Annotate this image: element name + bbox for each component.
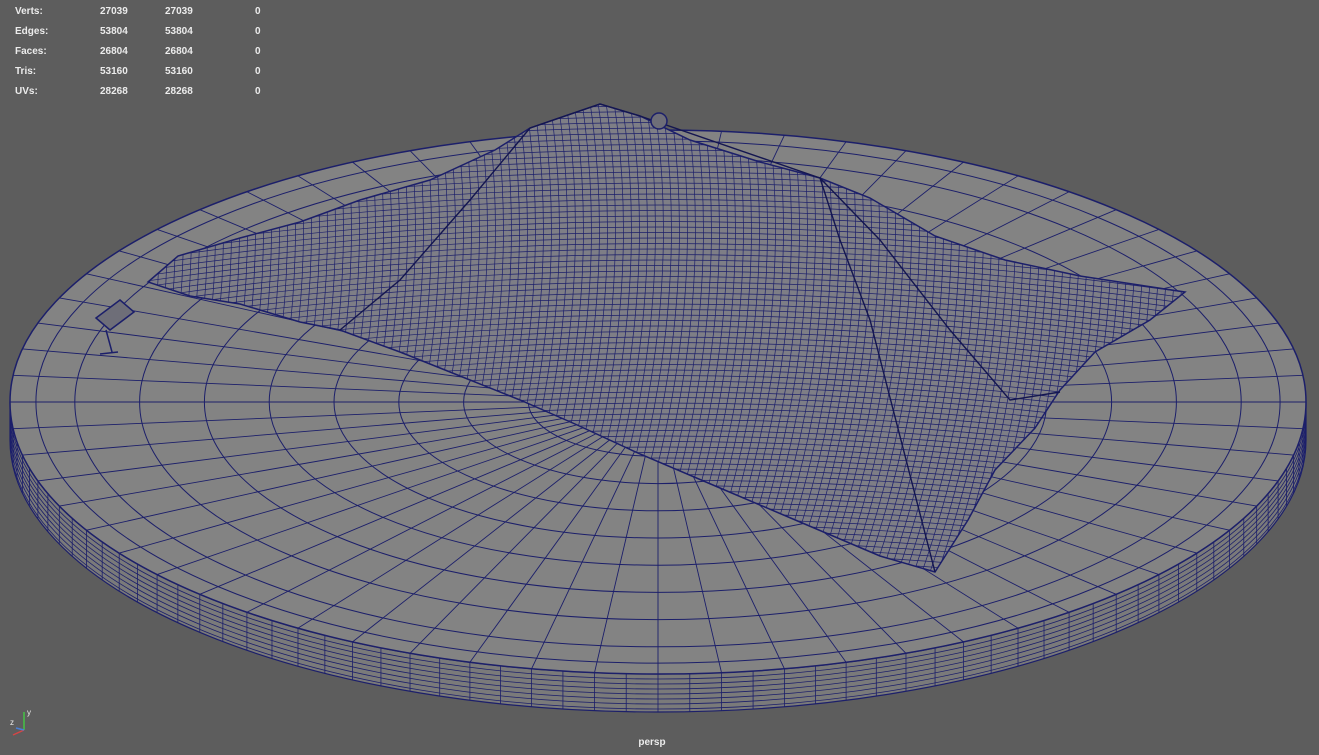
hud-row: Verts: 27039 27039 0 bbox=[15, 2, 275, 22]
hud-value-c2: 27039 bbox=[165, 6, 193, 17]
hud-value-c2: 53804 bbox=[165, 26, 193, 37]
axis-z-line bbox=[15, 727, 25, 731]
hud-row: Edges: 53804 53804 0 bbox=[15, 22, 275, 42]
hud-value-c3: 0 bbox=[255, 46, 261, 57]
axis-z-label: z bbox=[10, 718, 14, 727]
hud-label: Verts: bbox=[15, 6, 43, 17]
hud-label: Faces: bbox=[15, 46, 47, 57]
hud-value-c1: 28268 bbox=[100, 86, 128, 97]
axis-y-label: y bbox=[27, 708, 31, 717]
poly-count-hud: Verts: 27039 27039 0 Edges: 53804 53804 0 Faces:… bbox=[15, 2, 275, 102]
hud-value-c2: 26804 bbox=[165, 46, 193, 57]
light-sphere-object[interactable] bbox=[650, 112, 668, 130]
hud-value-c3: 0 bbox=[255, 6, 261, 17]
hud-value-c2: 28268 bbox=[165, 86, 193, 97]
hud-row: UVs: 28268 28268 0 bbox=[15, 82, 275, 102]
hud-value-c1: 53804 bbox=[100, 26, 128, 37]
hud-value-c1: 53160 bbox=[100, 66, 128, 77]
hud-value-c3: 0 bbox=[255, 86, 261, 97]
hud-label: Tris: bbox=[15, 66, 37, 77]
hud-value-c1: 27039 bbox=[100, 6, 128, 17]
hud-value-c3: 0 bbox=[255, 26, 261, 37]
axis-x-line bbox=[12, 729, 25, 736]
camera-name-label: persp bbox=[638, 737, 666, 748]
view-axis-indicator: y z bbox=[10, 708, 31, 736]
hud-label: UVs: bbox=[15, 86, 38, 97]
hud-row: Tris: 53160 53160 0 bbox=[15, 62, 275, 82]
hud-value-c1: 26804 bbox=[100, 46, 128, 57]
hud-row: Faces: 26804 26804 0 bbox=[15, 42, 275, 62]
persp-viewport[interactable]: Verts: 27039 27039 0 Edges: 53804 53804 0 Faces:… bbox=[0, 0, 1319, 755]
scene-wireframe[interactable] bbox=[0, 0, 1319, 755]
hud-value-c2: 53160 bbox=[165, 66, 193, 77]
hud-label: Edges: bbox=[15, 26, 49, 37]
hud-value-c3: 0 bbox=[255, 66, 261, 77]
